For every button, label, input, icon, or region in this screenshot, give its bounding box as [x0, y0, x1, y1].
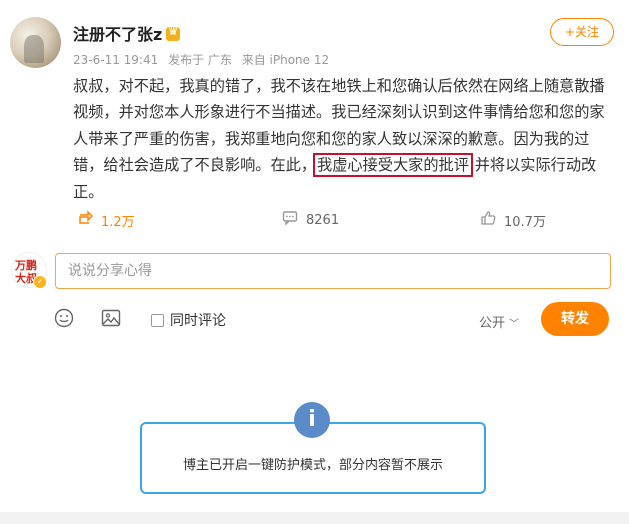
- post-device: 来自 iPhone 12: [241, 53, 330, 67]
- action-bar: 1.2万 8261 10.7万: [0, 206, 629, 236]
- comment-icon: [282, 210, 298, 230]
- post-author-avatar[interactable]: [10, 17, 61, 68]
- crown-icon: [166, 24, 181, 41]
- smiley-icon: [54, 308, 74, 333]
- repost-icon: [77, 210, 94, 230]
- send-button[interactable]: 转发: [541, 302, 609, 336]
- footer-bar: [0, 512, 629, 524]
- notice-text: 博主已开启一键防护模式，部分内容暂不展示: [182, 458, 443, 473]
- image-icon: [101, 309, 121, 333]
- post-username[interactable]: 注册不了张z: [73, 21, 181, 45]
- like-count: 10.7万: [504, 214, 546, 230]
- post-body: 叔叔，对不起，我真的错了，我不该在地铁上和您确认后依然在网络上随意散播视频，并对…: [73, 73, 615, 205]
- visibility-label: 公开: [479, 316, 506, 331]
- same-time-comment-checkbox[interactable]: [151, 313, 164, 327]
- post-date: 23-6-11 19:41: [73, 53, 159, 67]
- info-icon: i: [294, 402, 330, 438]
- visibility-dropdown[interactable]: 公开 ﹀: [479, 312, 519, 331]
- image-button[interactable]: [101, 308, 121, 333]
- username-text[interactable]: 注册不了张z: [73, 25, 162, 44]
- thumbs-up-icon: [480, 210, 496, 230]
- post-text-highlight: 我虚心接受大家的批评: [313, 153, 473, 178]
- chevron-down-icon: ﹀: [509, 319, 520, 330]
- repost-count: 1.2万: [101, 214, 135, 230]
- comment-action[interactable]: 8261: [282, 210, 339, 230]
- same-time-comment-label: 同时评论: [170, 313, 226, 329]
- repost-action[interactable]: 1.2万: [77, 210, 135, 230]
- like-action[interactable]: 10.7万: [480, 210, 546, 230]
- post-location: 发布于 广东: [168, 53, 232, 67]
- comment-count: 8261: [306, 212, 340, 228]
- same-time-comment-option[interactable]: 同时评论: [151, 310, 226, 330]
- comment-input[interactable]: [55, 253, 611, 289]
- post-meta: 23-6-11 19:41 发布于 广东 来自 iPhone 12: [73, 51, 335, 68]
- follow-button[interactable]: +关注: [550, 18, 614, 46]
- vip-badge-icon: ✓: [33, 275, 47, 289]
- emoji-button[interactable]: [54, 308, 74, 333]
